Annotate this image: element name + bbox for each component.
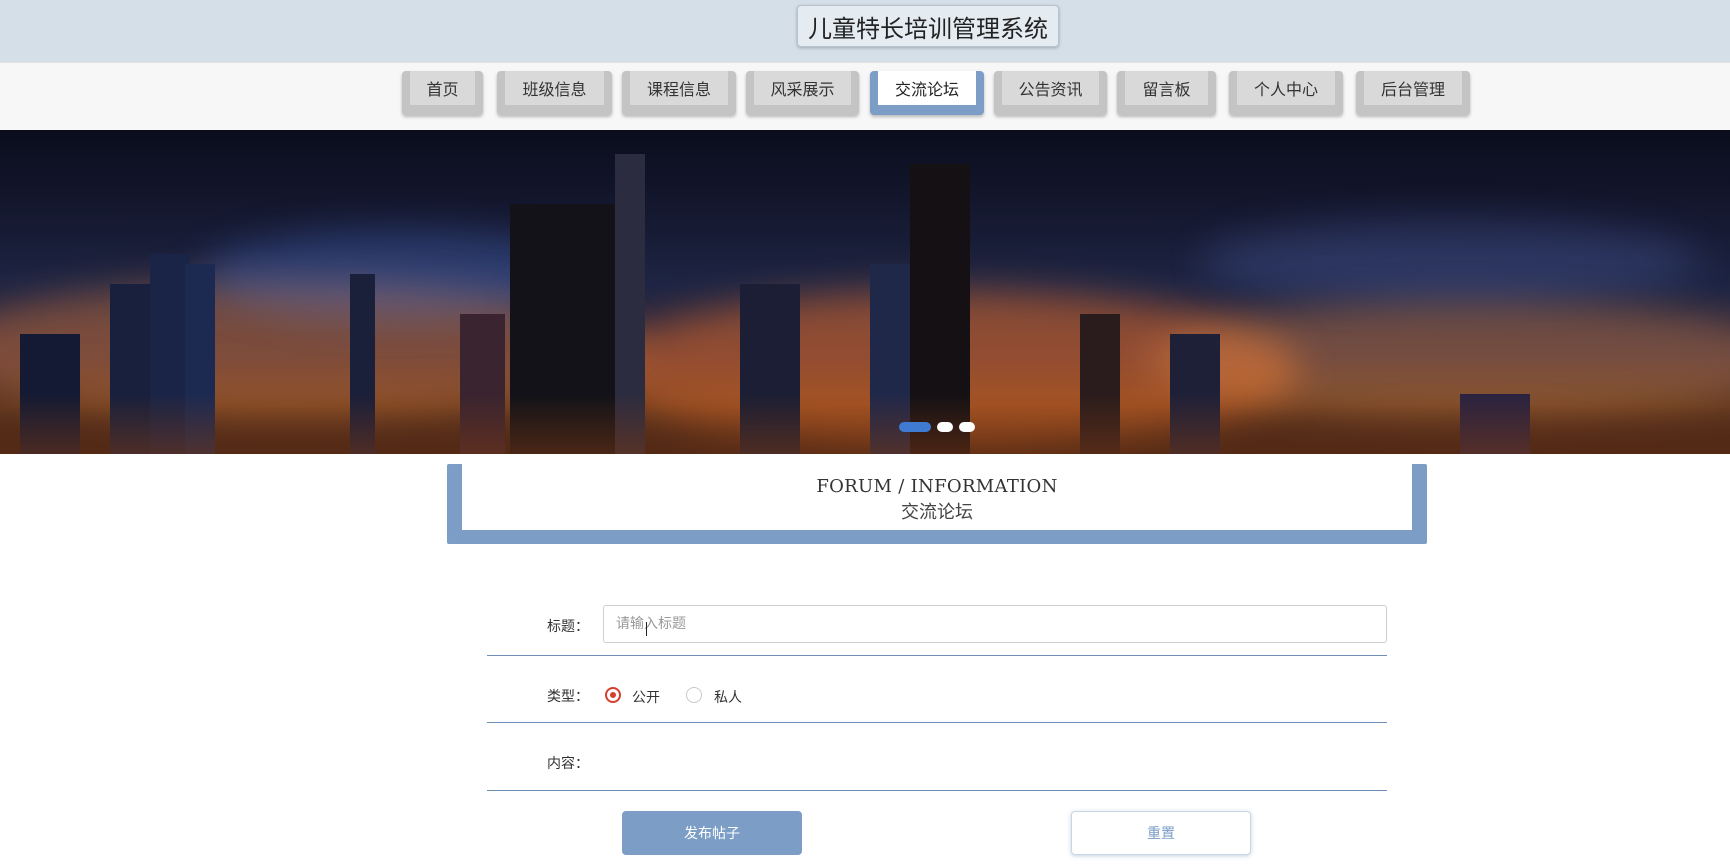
radio-private-label[interactable]: 私人 bbox=[714, 687, 742, 707]
nav-item-label: 班级信息 bbox=[505, 71, 604, 105]
section-header-inner: FORUM / INFORMATION 交流论坛 bbox=[462, 464, 1412, 530]
type-label: 类型： bbox=[547, 689, 589, 705]
carousel-dot[interactable] bbox=[959, 422, 975, 432]
nav-item-label: 公告资讯 bbox=[1002, 71, 1099, 105]
section-header: FORUM / INFORMATION 交流论坛 bbox=[447, 464, 1427, 544]
nav-item-forum[interactable]: 交流论坛 bbox=[870, 71, 984, 115]
nav-item-label: 后台管理 bbox=[1364, 71, 1462, 105]
reset-button[interactable]: 重置 bbox=[1071, 811, 1251, 855]
carousel-dot[interactable] bbox=[937, 422, 953, 432]
site-header: 儿童特长培训管理系统 bbox=[0, 0, 1730, 62]
nav-item-label: 个人中心 bbox=[1237, 71, 1335, 105]
nav-item-classes[interactable]: 班级信息 bbox=[497, 71, 612, 115]
form-row-type: 类型： 公开 私人 bbox=[487, 656, 1387, 723]
nav-item-label: 首页 bbox=[410, 71, 475, 105]
submit-post-button[interactable]: 发布帖子 bbox=[622, 811, 802, 855]
radio-public[interactable] bbox=[605, 687, 621, 703]
section-title-en: FORUM / INFORMATION bbox=[816, 476, 1058, 497]
carousel-indicators bbox=[0, 422, 1730, 434]
nav-item-profile[interactable]: 个人中心 bbox=[1229, 71, 1343, 115]
banner-image bbox=[0, 130, 1730, 454]
nav-item-label: 风采展示 bbox=[754, 71, 851, 105]
carousel-dot[interactable] bbox=[899, 422, 931, 432]
nav-item-label: 交流论坛 bbox=[878, 71, 976, 105]
nav-item-home[interactable]: 首页 bbox=[402, 71, 483, 115]
nav-item-label: 留言板 bbox=[1125, 71, 1208, 105]
site-title: 儿童特长培训管理系统 bbox=[797, 5, 1059, 47]
nav-item-message-board[interactable]: 留言板 bbox=[1117, 71, 1216, 115]
main-nav: 首页 班级信息 课程信息 风采展示 交流论坛 公告资讯 留言板 个人中心 后台管… bbox=[0, 62, 1730, 131]
text-cursor bbox=[646, 622, 647, 636]
section-title-cn: 交流论坛 bbox=[901, 502, 973, 523]
form-row-content: 内容： bbox=[487, 723, 1387, 791]
content-editor[interactable] bbox=[603, 735, 1383, 783]
title-label: 标题： bbox=[547, 619, 589, 635]
nav-item-admin[interactable]: 后台管理 bbox=[1356, 71, 1470, 115]
nav-item-showcase[interactable]: 风采展示 bbox=[746, 71, 859, 115]
nav-item-courses[interactable]: 课程信息 bbox=[622, 71, 736, 115]
title-input[interactable] bbox=[603, 605, 1387, 643]
nav-item-label: 课程信息 bbox=[630, 71, 728, 105]
radio-public-label[interactable]: 公开 bbox=[632, 687, 660, 707]
radio-private[interactable] bbox=[686, 687, 702, 703]
banner-carousel[interactable] bbox=[0, 130, 1730, 454]
content-label: 内容： bbox=[547, 756, 589, 772]
nav-item-news[interactable]: 公告资讯 bbox=[994, 71, 1107, 115]
